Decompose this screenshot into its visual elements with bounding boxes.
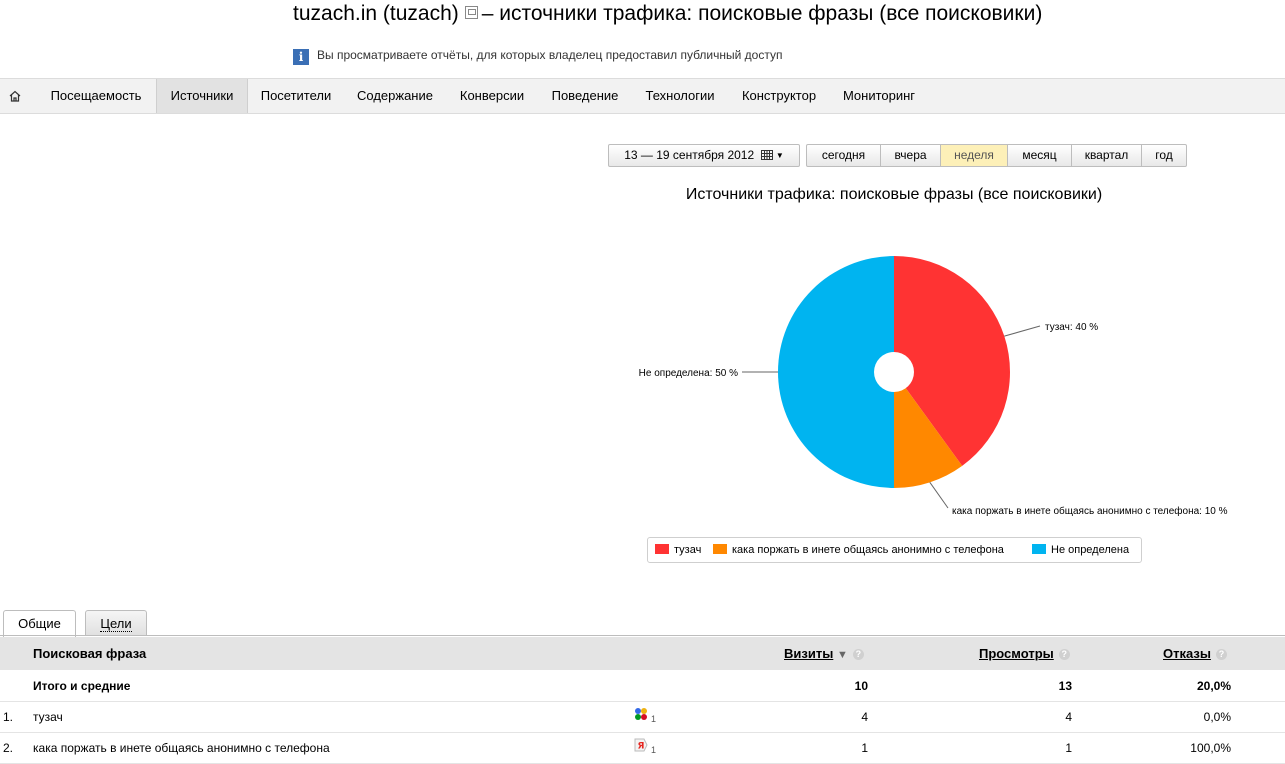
engine-count: 1 [651,745,657,755]
main-nav: Посещаемость Источники Посетители Содерж… [0,78,1285,114]
tab-label: Цели [100,616,132,632]
legend-swatch [1032,544,1046,554]
col-views[interactable]: Просмотры? [979,646,1070,661]
pie-label-connector [929,482,949,509]
date-range-button[interactable]: 13 — 19 сентября 2012 ▼ [608,144,800,167]
legend-label: тузач [674,544,702,556]
svg-text:Я: Я [638,742,645,752]
nav-item-visitors[interactable]: Посетители [248,79,344,113]
help-icon[interactable]: ? [852,649,864,660]
external-link-icon[interactable] [464,6,478,19]
row-index: 2. [3,741,14,755]
nav-item-technologies[interactable]: Технологии [632,79,728,113]
total-visits: 10 [854,679,868,693]
col-visits[interactable]: Визиты ▼? [784,646,864,661]
nav-item-constructor[interactable]: Конструктор [728,79,830,113]
col-visits-label[interactable]: Визиты [784,646,833,661]
page-title-site: tuzach.in (tuzach) [293,2,459,25]
period-week[interactable]: неделя [940,144,1008,167]
page-title: tuzach.in (tuzach) – источники трафика: п… [293,2,1042,26]
tab-goals[interactable]: Цели [85,610,147,636]
period-today[interactable]: сегодня [806,144,881,167]
legend-swatch [713,544,727,554]
pie-slice-label: кака поржать в инете общаясь анонимно с … [952,505,1228,517]
col-bounces[interactable]: Отказы? [1163,646,1227,661]
help-icon[interactable]: ? [1058,649,1070,660]
pie-slice-label: Не определена: 50 % [639,368,738,379]
total-label: Итого и средние [33,679,131,693]
pie-chart: тузач: 40 % кака поржать в инете общаясь … [639,256,1228,517]
tab-general[interactable]: Общие [3,610,76,637]
yandex-icon[interactable]: Я [634,738,648,752]
row-views: 1 [1065,741,1072,755]
nav-item-behavior[interactable]: Поведение [538,79,632,113]
col-views-label[interactable]: Просмотры [979,646,1054,661]
row-index: 1. [3,710,14,724]
google-icon[interactable] [634,707,648,721]
table-row[interactable]: 2. кака поржать в инете общаясь анонимно… [0,732,1285,764]
home-icon[interactable] [9,90,21,102]
tab-divider [0,635,1285,636]
tab-label: Общие [18,616,61,631]
total-bounces: 20,0% [1196,679,1231,693]
legend-label: кака поржать в инете общаясь анонимно с … [732,544,1004,556]
table-header: Поисковая фраза Визиты ▼? Просмотры? Отк… [0,637,1285,670]
period-quarter[interactable]: квартал [1071,144,1142,167]
help-icon[interactable]: ? [1215,649,1227,660]
period-yesterday[interactable]: вчера [880,144,941,167]
calendar-icon [760,150,773,160]
row-phrase[interactable]: тузач [33,710,63,724]
row-bounces: 100,0% [1190,741,1231,755]
col-phrase: Поисковая фраза [33,646,147,661]
nav-item-sources[interactable]: Источники [156,79,248,113]
legend-item-undefined[interactable]: Не определена [1032,544,1129,556]
page-title-report: – источники трафика: поисковые фразы (вс… [481,2,1043,25]
nav-item-content[interactable]: Содержание [344,79,446,113]
legend-swatch [655,544,669,554]
row-visits: 4 [861,710,868,724]
row-bounces: 0,0% [1203,710,1231,724]
date-range-label: 13 — 19 сентября 2012 [624,148,755,162]
nav-item-visits[interactable]: Посещаемость [37,79,155,113]
legend-item-phrase[interactable]: кака поржать в инете общаясь анонимно с … [713,544,1004,556]
legend-item-tuzach[interactable]: тузач [655,544,701,556]
row-visits: 1 [861,741,868,755]
pie-label-connector [1004,325,1041,337]
table-row[interactable]: 1. тузач 1 4 4 0,0% [0,701,1285,733]
nav-item-conversions[interactable]: Конверсии [446,79,538,113]
public-access-notice: i Вы просматриваете отчёты, для которых в… [293,48,782,65]
notice-text: Вы просматриваете отчёты, для которых вл… [317,48,783,62]
engine-count: 1 [651,714,657,724]
period-month[interactable]: месяц [1007,144,1072,167]
legend-label: Не определена [1051,544,1130,556]
chevron-down-icon: ▼ [775,151,784,160]
table-total-row: Итого и средние 10 13 20,0% [0,670,1285,702]
info-icon: i [293,49,309,65]
row-phrase[interactable]: кака поржать в инете общаясь анонимно с … [33,741,330,755]
pie-slice-label: тузач: 40 % [1045,322,1098,333]
col-bounces-label[interactable]: Отказы [1163,646,1211,661]
row-views: 4 [1065,710,1072,724]
nav-item-monitoring[interactable]: Мониторинг [830,79,928,113]
period-year[interactable]: год [1141,144,1187,167]
chart-title: Источники трафика: поисковые фразы (все … [685,186,1103,203]
pie-center-hole [874,352,914,392]
sort-desc-icon: ▼ [836,649,848,661]
total-views: 13 [1058,679,1072,693]
chart-legend: тузач кака поржать в инете общаясь анони… [647,537,1142,563]
